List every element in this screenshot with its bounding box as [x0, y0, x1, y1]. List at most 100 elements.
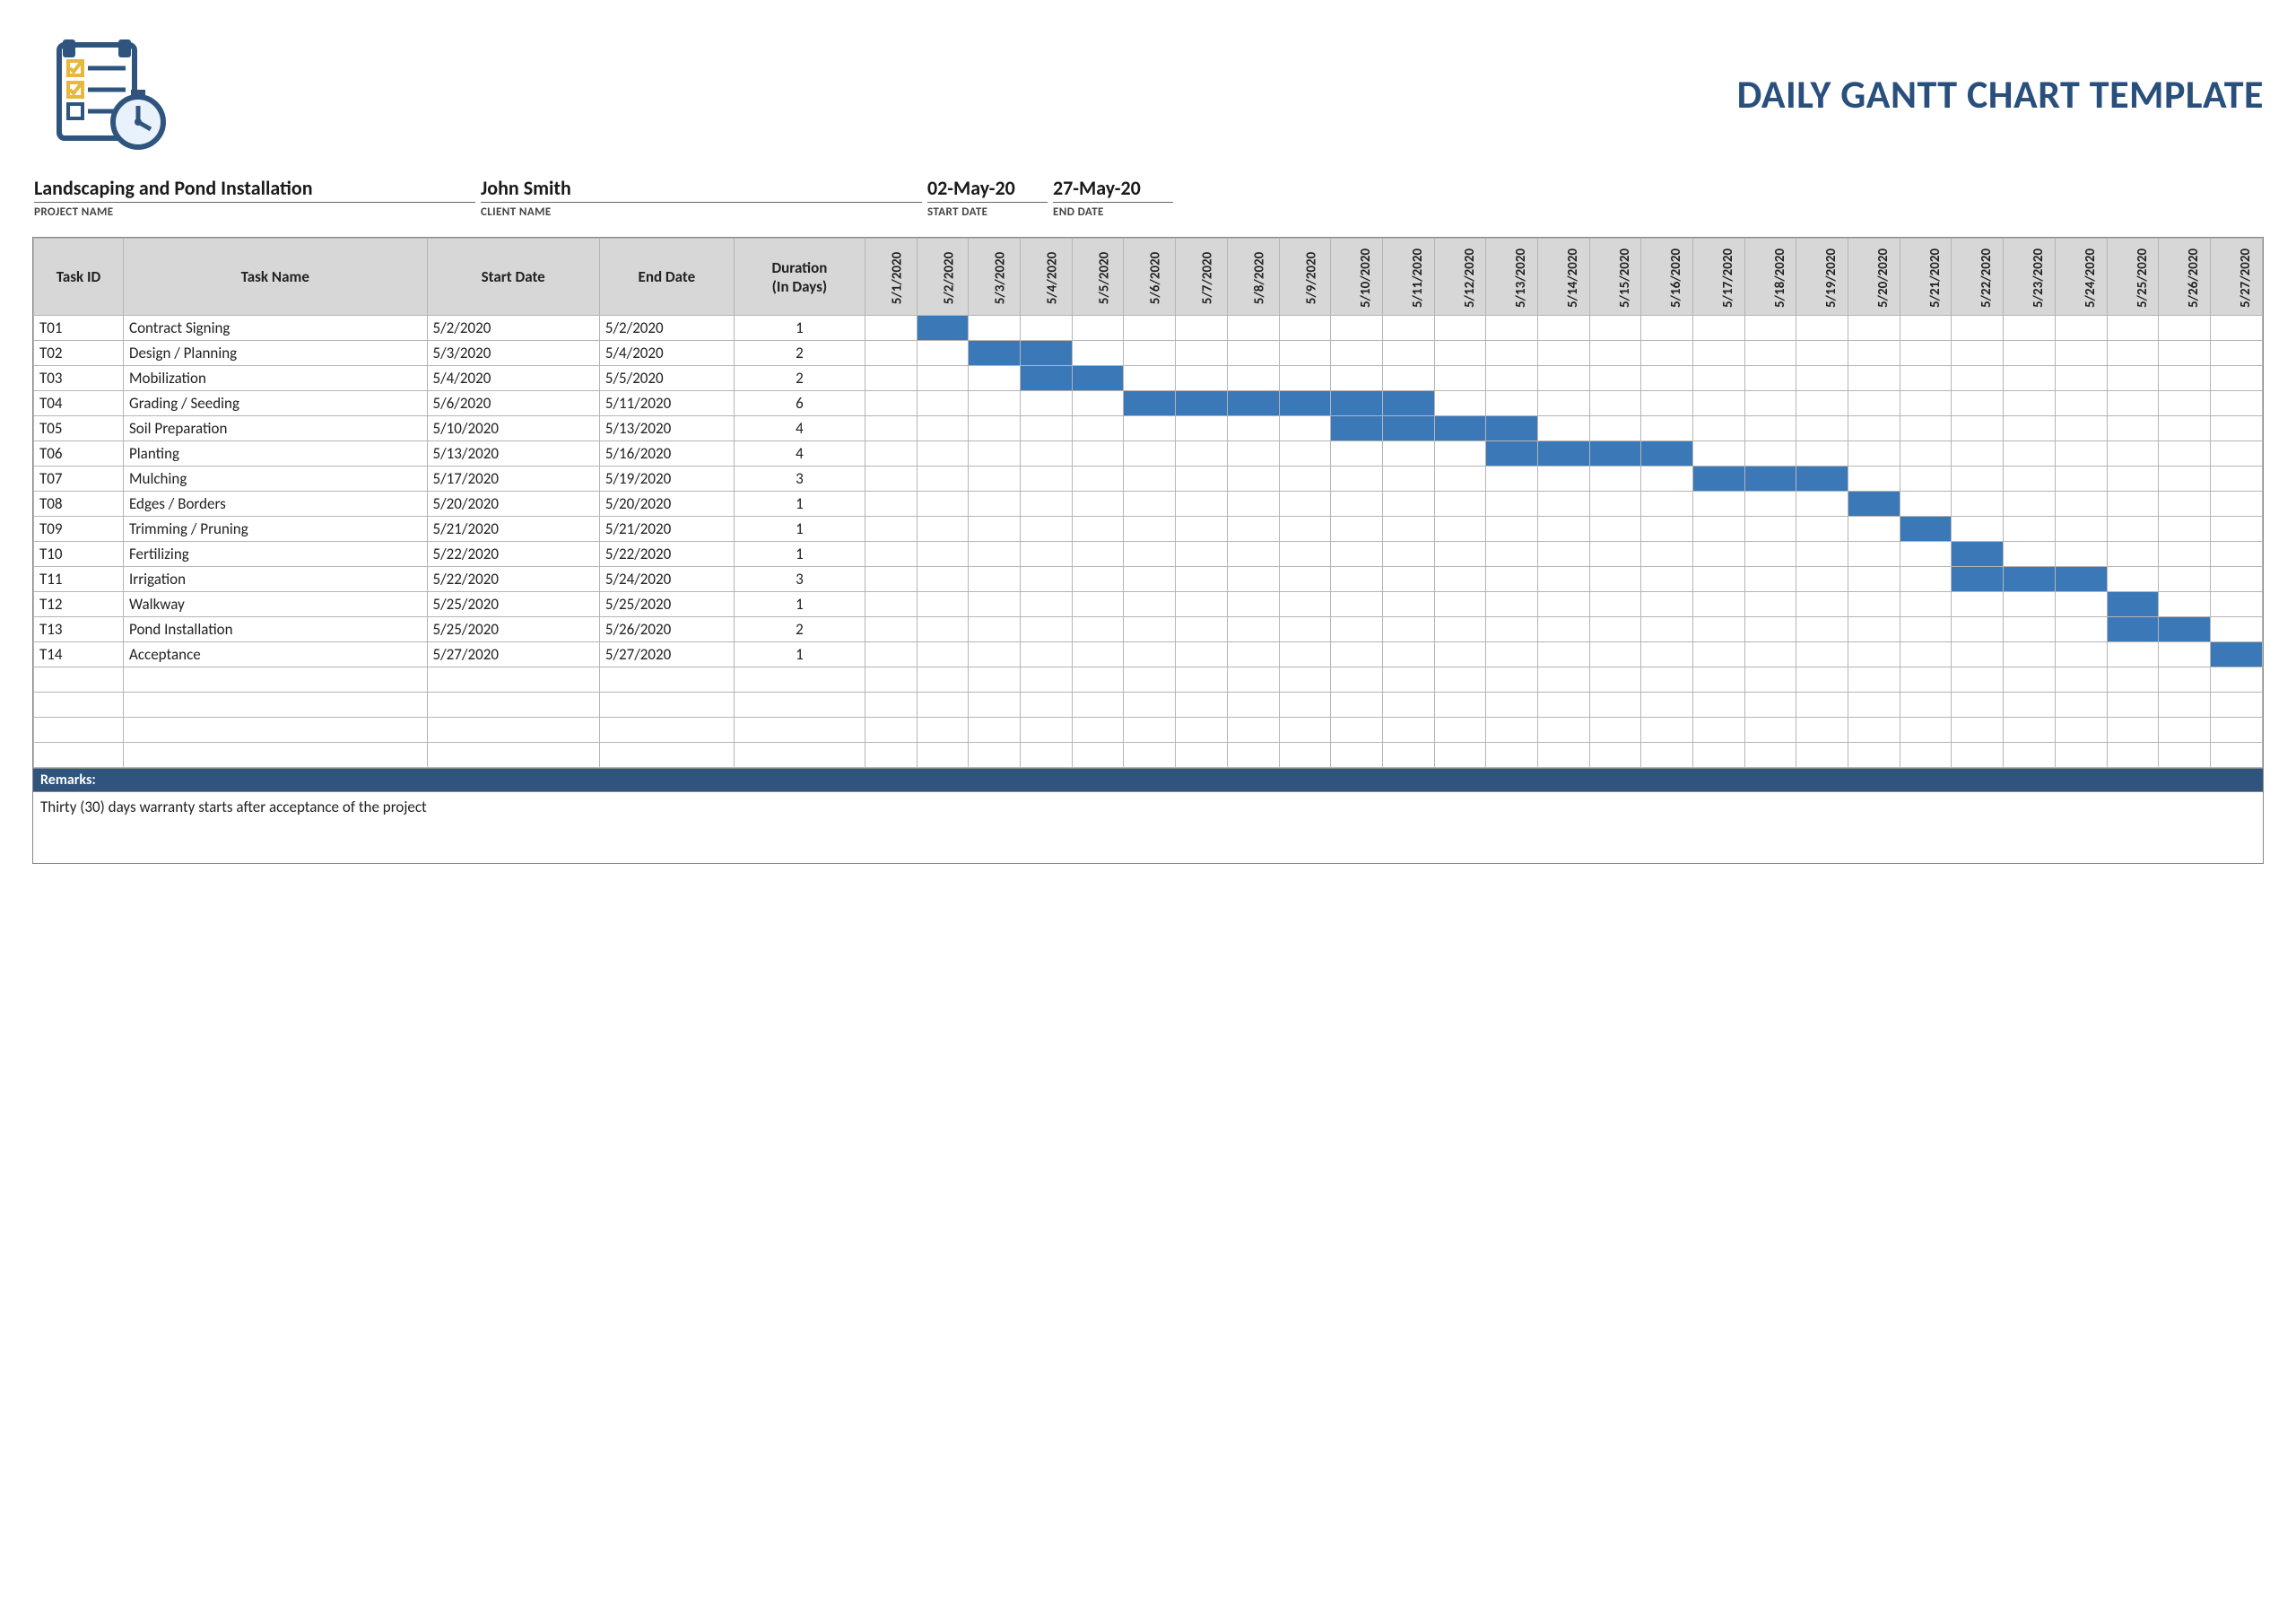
gantt-cell[interactable] [2107, 542, 2159, 567]
gantt-cell[interactable] [1900, 517, 1952, 542]
empty-cell[interactable] [1589, 693, 1641, 718]
empty-cell[interactable] [34, 693, 124, 718]
empty-row[interactable] [34, 718, 2263, 743]
gantt-cell[interactable] [1744, 567, 1796, 592]
gantt-cell[interactable] [2055, 517, 2107, 542]
gantt-cell[interactable] [1796, 316, 1848, 341]
empty-cell[interactable] [865, 667, 918, 693]
gantt-cell[interactable] [969, 617, 1021, 642]
cell-task-name[interactable]: Design / Planning [124, 341, 428, 366]
cell-start-date[interactable]: 5/4/2020 [427, 366, 599, 391]
gantt-cell[interactable] [917, 592, 969, 617]
gantt-cell[interactable] [2055, 467, 2107, 492]
gantt-cell[interactable] [1589, 416, 1641, 441]
gantt-cell[interactable] [1227, 617, 1279, 642]
gantt-cell[interactable] [1693, 341, 1745, 366]
gantt-cell[interactable] [2055, 592, 2107, 617]
gantt-cell[interactable] [1641, 341, 1693, 366]
end-date-value[interactable]: 27-May-20 [1053, 176, 1173, 203]
gantt-cell[interactable] [2210, 316, 2262, 341]
empty-cell[interactable] [1744, 667, 1796, 693]
gantt-cell[interactable] [1952, 341, 2004, 366]
gantt-cell[interactable] [1641, 642, 1693, 667]
gantt-cell[interactable] [1382, 467, 1434, 492]
gantt-cell[interactable] [1537, 642, 1589, 667]
empty-cell[interactable] [124, 693, 428, 718]
empty-cell[interactable] [2107, 718, 2159, 743]
gantt-cell[interactable] [1900, 542, 1952, 567]
gantt-cell[interactable] [2210, 416, 2262, 441]
empty-cell[interactable] [2107, 743, 2159, 768]
cell-task-id[interactable]: T11 [34, 567, 124, 592]
gantt-cell[interactable] [2210, 341, 2262, 366]
gantt-cell[interactable] [2210, 567, 2262, 592]
gantt-cell[interactable] [1382, 517, 1434, 542]
cell-task-id[interactable]: T03 [34, 366, 124, 391]
gantt-cell[interactable] [1227, 316, 1279, 341]
gantt-cell[interactable] [2004, 391, 2056, 416]
gantt-cell[interactable] [2004, 441, 2056, 467]
cell-end-date[interactable]: 5/27/2020 [599, 642, 734, 667]
gantt-cell[interactable] [1021, 391, 1073, 416]
gantt-cell[interactable] [2159, 542, 2211, 567]
gantt-cell[interactable] [1589, 542, 1641, 567]
gantt-cell[interactable] [1227, 517, 1279, 542]
cell-end-date[interactable]: 5/4/2020 [599, 341, 734, 366]
empty-cell[interactable] [2107, 667, 2159, 693]
empty-cell[interactable] [1641, 667, 1693, 693]
cell-start-date[interactable]: 5/25/2020 [427, 617, 599, 642]
gantt-cell[interactable] [917, 542, 969, 567]
gantt-cell[interactable] [2055, 542, 2107, 567]
gantt-cell[interactable] [917, 341, 969, 366]
empty-cell[interactable] [969, 693, 1021, 718]
gantt-cell[interactable] [1641, 517, 1693, 542]
gantt-cell[interactable] [1900, 592, 1952, 617]
gantt-cell[interactable] [1434, 517, 1486, 542]
gantt-cell[interactable] [1279, 391, 1331, 416]
cell-task-id[interactable]: T09 [34, 517, 124, 542]
gantt-cell[interactable] [1434, 366, 1486, 391]
gantt-cell[interactable] [2107, 441, 2159, 467]
cell-task-name[interactable]: Trimming / Pruning [124, 517, 428, 542]
gantt-cell[interactable] [1331, 617, 1383, 642]
gantt-cell[interactable] [1331, 517, 1383, 542]
gantt-cell[interactable] [969, 316, 1021, 341]
empty-cell[interactable] [1021, 693, 1073, 718]
empty-cell[interactable] [734, 718, 865, 743]
empty-cell[interactable] [1537, 693, 1589, 718]
gantt-cell[interactable] [1176, 567, 1228, 592]
gantt-cell[interactable] [2055, 341, 2107, 366]
empty-cell[interactable] [2107, 693, 2159, 718]
gantt-cell[interactable] [1331, 467, 1383, 492]
gantt-cell[interactable] [1124, 391, 1176, 416]
gantt-cell[interactable] [1176, 467, 1228, 492]
gantt-cell[interactable] [917, 517, 969, 542]
gantt-cell[interactable] [1021, 441, 1073, 467]
empty-cell[interactable] [2210, 718, 2262, 743]
gantt-cell[interactable] [2159, 441, 2211, 467]
gantt-cell[interactable] [2159, 316, 2211, 341]
gantt-cell[interactable] [1021, 366, 1073, 391]
empty-cell[interactable] [1227, 667, 1279, 693]
empty-cell[interactable] [1641, 693, 1693, 718]
gantt-cell[interactable] [1641, 492, 1693, 517]
empty-cell[interactable] [1382, 718, 1434, 743]
gantt-cell[interactable] [1693, 366, 1745, 391]
empty-cell[interactable] [1848, 667, 1900, 693]
gantt-cell[interactable] [1796, 642, 1848, 667]
gantt-cell[interactable] [1072, 341, 1124, 366]
gantt-cell[interactable] [1434, 492, 1486, 517]
gantt-cell[interactable] [1279, 592, 1331, 617]
cell-task-id[interactable]: T07 [34, 467, 124, 492]
gantt-cell[interactable] [1486, 642, 1538, 667]
gantt-cell[interactable] [1382, 316, 1434, 341]
gantt-cell[interactable] [1021, 542, 1073, 567]
gantt-cell[interactable] [1952, 492, 2004, 517]
task-row[interactable]: T02Design / Planning5/3/20205/4/20202 [34, 341, 2263, 366]
gantt-cell[interactable] [2055, 416, 2107, 441]
gantt-cell[interactable] [865, 416, 918, 441]
gantt-cell[interactable] [1434, 391, 1486, 416]
gantt-cell[interactable] [1021, 517, 1073, 542]
cell-start-date[interactable]: 5/17/2020 [427, 467, 599, 492]
gantt-cell[interactable] [1124, 467, 1176, 492]
